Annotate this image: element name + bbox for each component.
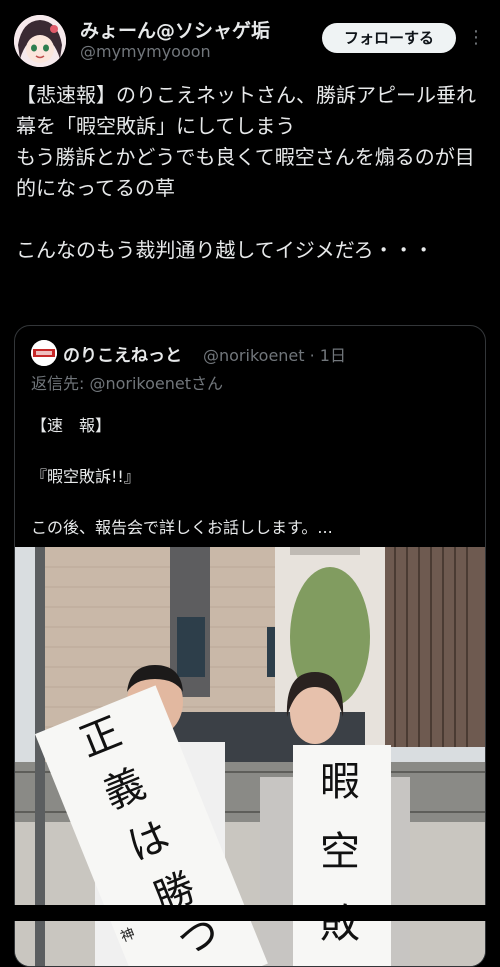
quoted-photo[interactable]: 正 義 は 勝 つ 神 暇 空 敗: [15, 547, 485, 966]
quoted-handle-time: @norikoenet · 1日: [203, 346, 346, 365]
svg-text:空: 空: [320, 829, 360, 875]
quoted-line-3: この後、報告会で詳しくお話しします。...: [31, 518, 333, 537]
tweet-text: 【悲速報】のりこえネットさん、勝訴アピール垂れ幕を「暇空敗訴」にしてしまう もう…: [16, 83, 476, 262]
quoted-avatar[interactable]: [31, 340, 57, 366]
quoted-name[interactable]: のりこえねっと: [63, 341, 182, 366]
author-handle[interactable]: @mymymyooon: [80, 42, 211, 61]
quoted-line-2: 『暇空敗訴!!』: [31, 467, 140, 486]
more-options-icon[interactable]: ⋮: [466, 23, 486, 53]
author-name[interactable]: みょーん@ソシャゲ垢: [80, 16, 270, 43]
quoted-tweet[interactable]: のりこえねっと @norikoenet · 1日 返信先: @norikoene…: [14, 325, 486, 967]
quoted-reply-to: 返信先: @norikoenetさん: [31, 374, 224, 393]
svg-text:暇: 暇: [320, 759, 360, 805]
bottom-edge: [0, 905, 500, 921]
follow-button[interactable]: フォローする: [322, 23, 456, 53]
quoted-line-1: 【速 報】: [31, 416, 112, 435]
author-avatar[interactable]: [14, 15, 66, 67]
tweet-header: みょーん@ソシャゲ垢 @mymymyooon フォローする ⋮: [0, 0, 500, 80]
